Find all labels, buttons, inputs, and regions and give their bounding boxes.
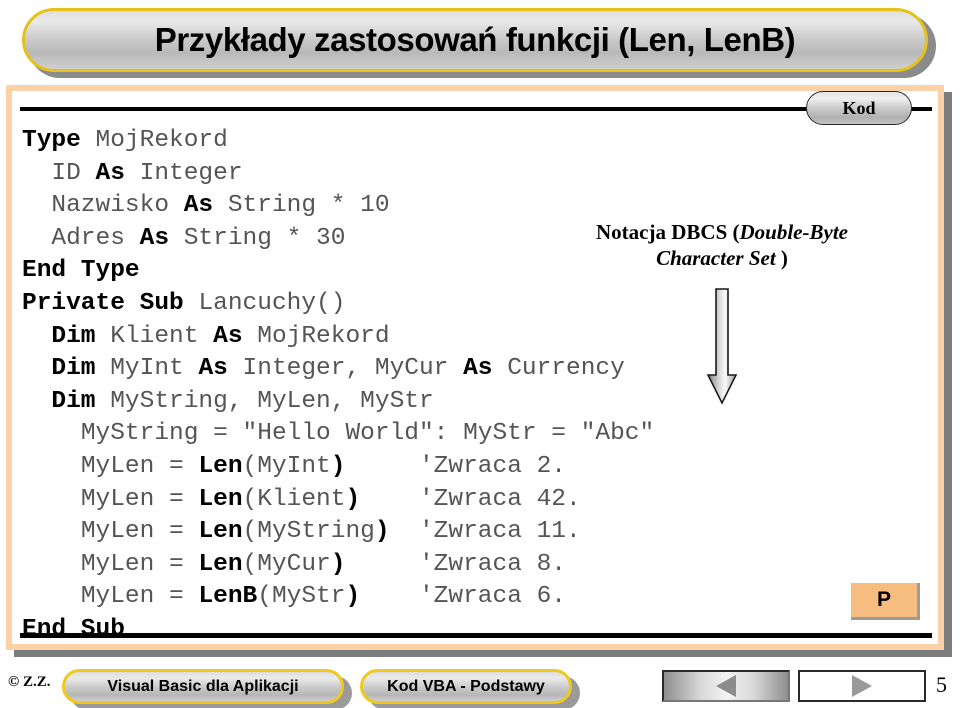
code-text: Klient: [110, 322, 214, 350]
code-keyword: Dim: [51, 387, 111, 415]
code-text: Currency: [507, 355, 625, 383]
footer-button-topic[interactable]: Kod VBA - Podstawy: [360, 669, 572, 704]
slide-footer: © Z.Z. Visual Basic dla Aplikacji Kod VB…: [0, 662, 960, 708]
code-keyword: Dim: [51, 355, 111, 383]
code-keyword: LenB: [198, 583, 258, 611]
code-text: MyLen =: [80, 518, 199, 546]
footer-button-course-label: Visual Basic dla Aplikacji: [107, 677, 299, 695]
code-text: MyString, MyLen, MyStr: [110, 387, 434, 415]
code-text: MyLen =: [80, 485, 199, 513]
code-line: Dim MyInt As Integer, MyCur As Currency: [22, 353, 654, 386]
code-keyword: Private Sub: [22, 289, 199, 317]
code-keyword: As: [183, 192, 228, 220]
triangle-left-icon: [716, 675, 736, 697]
code-line: End Sub: [22, 614, 654, 647]
code-keyword: ): [345, 583, 361, 611]
code-line: Dim MyString, MyLen, MyStr: [22, 386, 654, 419]
code-listing: Type MojRekord ID As Integer Nazwisko As…: [22, 125, 654, 647]
code-text: 'Zwraca 6.: [360, 583, 567, 611]
code-text: (Klient: [242, 485, 346, 513]
code-text: ID: [51, 159, 96, 187]
code-text: MyLen =: [80, 583, 199, 611]
content-frame: Kod Type MojRekord ID As Integer Nazwisk…: [6, 85, 944, 650]
code-line: MyLen = Len(Klient) 'Zwraca 42.: [22, 484, 654, 517]
code-keyword: Type: [22, 127, 96, 154]
dbcs-line2-suffix: ): [775, 246, 788, 270]
code-text: (MyInt: [242, 452, 331, 480]
code-text: 'Zwraca 11.: [389, 518, 581, 546]
tab-kod-label: Kod: [842, 97, 876, 118]
code-keyword: Dim: [51, 322, 111, 350]
down-arrow-icon: [702, 287, 742, 407]
code-keyword: Len: [198, 452, 243, 480]
dbcs-annotation: Notacja DBCS (Double-Byte Character Set …: [557, 219, 887, 271]
code-line: MyLen = Len(MyCur) 'Zwraca 8.: [22, 549, 654, 582]
code-line: MyLen = Len(MyInt) 'Zwraca 2.: [22, 451, 654, 484]
code-text: Integer: [139, 159, 243, 187]
code-keyword: ): [374, 518, 390, 546]
code-text: String * 30: [183, 224, 346, 252]
copyright-text: © Z.Z.: [8, 674, 51, 690]
title-banner: Przykłady zastosowań funkcji (Len, LenB): [22, 8, 928, 72]
footer-button-course[interactable]: Visual Basic dla Aplikacji: [62, 669, 344, 704]
dbcs-line1-italic: Double-Byte: [739, 220, 848, 244]
code-text: MyInt: [110, 355, 199, 383]
page-title: Przykłady zastosowań funkcji (Len, LenB): [154, 21, 796, 58]
code-keyword: Len: [198, 550, 243, 578]
code-text: MojRekord: [257, 322, 390, 350]
code-line: Nazwisko As String * 10: [22, 190, 654, 223]
code-text: 'Zwraca 42.: [360, 485, 581, 513]
code-keyword: As: [213, 322, 258, 350]
code-line: Dim Klient As MojRekord: [22, 321, 654, 354]
code-text: Lancuchy(): [198, 289, 346, 317]
code-keyword: End Type: [22, 257, 140, 285]
code-keyword: As: [198, 355, 243, 383]
header-divider: [20, 107, 932, 111]
code-text: MyString = "Hello World": MyStr = "Abc": [80, 420, 655, 448]
code-text: MojRekord: [95, 127, 228, 154]
code-line: MyLen = LenB(MyStr) 'Zwraca 6.: [22, 581, 654, 614]
code-line: MyLen = Len(MyString) 'Zwraca 11.: [22, 516, 654, 549]
code-text: String * 10: [227, 192, 390, 220]
code-keyword: Len: [198, 518, 243, 546]
code-text: (MyCur: [242, 550, 331, 578]
code-keyword: End Sub: [22, 615, 125, 643]
triangle-right-icon: [852, 675, 872, 697]
code-line: ID As Integer: [22, 158, 654, 191]
footer-button-topic-label: Kod VBA - Podstawy: [387, 677, 545, 695]
page-number: 5: [936, 672, 947, 697]
code-line: MyString = "Hello World": MyStr = "Abc": [22, 418, 654, 451]
code-text: (MyStr: [257, 583, 346, 611]
code-text: Adres: [51, 224, 140, 252]
code-line: Private Sub Lancuchy(): [22, 288, 654, 321]
code-text: 'Zwraca 8.: [345, 550, 567, 578]
code-keyword: As: [95, 159, 140, 187]
code-keyword: ): [330, 452, 346, 480]
code-text: Nazwisko: [51, 192, 184, 220]
code-keyword: ): [345, 485, 361, 513]
prev-slide-button[interactable]: [662, 670, 790, 702]
next-slide-button[interactable]: [798, 670, 926, 702]
code-text: Integer, MyCur: [242, 355, 464, 383]
status-badge-label: P: [876, 588, 891, 611]
dbcs-line2-italic: Character Set: [656, 246, 776, 270]
code-keyword: Len: [198, 485, 243, 513]
code-keyword: As: [463, 355, 508, 383]
code-keyword: As: [139, 224, 184, 252]
code-text: 'Zwraca 2.: [345, 452, 567, 480]
code-text: (MyString: [242, 518, 375, 546]
code-keyword: ): [330, 550, 346, 578]
status-badge-p[interactable]: P: [851, 583, 920, 620]
code-text: MyLen =: [80, 452, 199, 480]
slide-root: Przykłady zastosowań funkcji (Len, LenB)…: [0, 0, 960, 708]
tab-kod[interactable]: Kod: [806, 91, 912, 125]
code-line: Type MojRekord: [22, 125, 654, 158]
code-text: MyLen =: [80, 550, 199, 578]
footer-divider: [20, 633, 932, 638]
dbcs-line1-prefix: Notacja DBCS (: [596, 220, 740, 244]
